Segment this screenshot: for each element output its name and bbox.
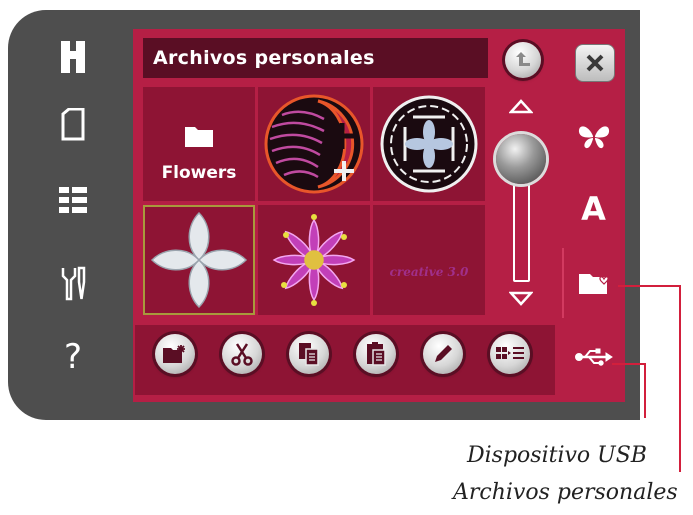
scroll-up-icon[interactable] (509, 98, 533, 114)
up-folder-button[interactable] (505, 42, 541, 78)
paste-button[interactable] (356, 334, 396, 374)
usb-icon (574, 348, 613, 366)
tools-icon[interactable] (53, 264, 93, 304)
callout-personal-label: Archivos personales (453, 480, 678, 505)
tab-embroidery-designs[interactable] (562, 106, 625, 168)
folder-item-flowers[interactable]: Flowers (143, 87, 255, 201)
callout-line-usb-h (612, 363, 646, 365)
design-item-moon[interactable] (258, 87, 370, 201)
callout-line-personal-v (679, 285, 681, 472)
up-arrow-icon (516, 52, 530, 66)
home-icon[interactable] (53, 37, 93, 77)
paste-icon (367, 342, 386, 366)
cut-icon (231, 343, 253, 366)
design-text-label: creative 3.0 (389, 265, 469, 279)
help-glyph: ? (63, 337, 83, 377)
cross-flower-thumbnail (150, 211, 248, 309)
screen-icon[interactable] (53, 105, 93, 145)
folder-label: Flowers (161, 163, 237, 183)
scroll-knob[interactable] (496, 134, 546, 184)
circle-flower-thumbnail (380, 95, 478, 193)
new-folder-icon (163, 345, 185, 363)
font-icon: A (581, 190, 606, 228)
butterfly-icon (578, 126, 609, 149)
list-icon[interactable] (53, 180, 93, 220)
design-item-circle-flower[interactable] (373, 87, 485, 201)
cut-button[interactable] (222, 334, 262, 374)
design-item-cross-flower[interactable] (143, 205, 255, 315)
tab-usb-device[interactable] (562, 326, 625, 388)
help-icon[interactable]: ? (53, 337, 93, 377)
view-toggle-icon (496, 347, 524, 359)
scroll-down-icon[interactable] (509, 291, 533, 307)
design-item-purple-flower[interactable] (258, 205, 370, 315)
callout-usb-label: Dispositivo USB (467, 443, 647, 468)
copy-icon (299, 343, 319, 366)
pencil-icon (435, 345, 452, 362)
personal-files-icon (578, 274, 609, 294)
callout-line-personal-h (618, 285, 681, 287)
copy-button[interactable] (289, 334, 329, 374)
page-title: Archivos personales (143, 38, 488, 78)
purple-flower-thumbnail (272, 214, 356, 306)
callout-line-usb-v (644, 363, 646, 418)
new-folder-button[interactable] (155, 334, 195, 374)
close-button[interactable] (575, 44, 615, 82)
rename-button[interactable] (423, 334, 463, 374)
tab-personal-files[interactable] (562, 248, 625, 318)
moon-design-thumbnail (264, 94, 364, 194)
design-item-text[interactable]: creative 3.0 (373, 205, 485, 315)
tab-fonts[interactable]: A (562, 178, 625, 240)
view-toggle-button[interactable] (490, 334, 530, 374)
close-icon (586, 54, 604, 72)
folder-icon (185, 127, 213, 147)
